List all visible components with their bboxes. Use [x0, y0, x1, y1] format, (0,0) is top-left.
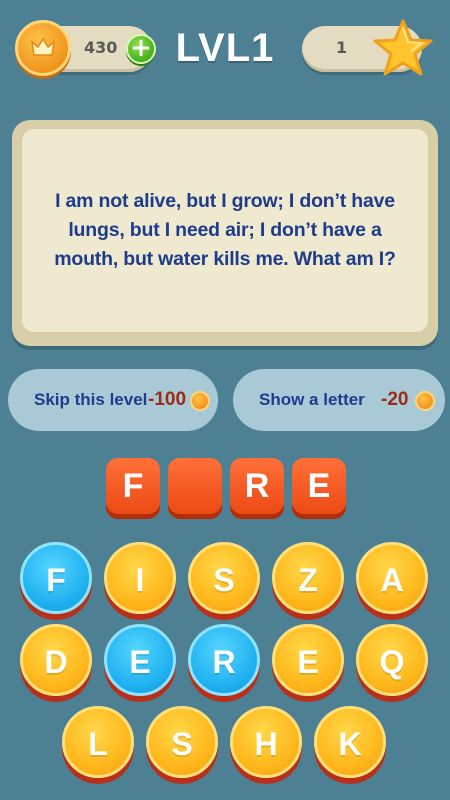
riddle-text: I am not alive, but I grow; I don’t have… [54, 190, 396, 270]
key-letter: K [338, 726, 362, 762]
level-title: LVL1 [175, 26, 275, 70]
skip-level-label: Skip this level [34, 390, 148, 409]
letter-key[interactable]: D [20, 624, 92, 696]
key-letter: L [88, 726, 108, 762]
letter-key[interactable]: R [188, 624, 260, 696]
letter-key[interactable]: Q [356, 624, 428, 696]
show-letter-label: Show a letter [259, 390, 365, 409]
coin-icon [190, 391, 210, 411]
letter-key[interactable]: Z [272, 542, 344, 614]
letter-key[interactable]: F [20, 542, 92, 614]
key-letter: F [46, 562, 66, 598]
riddle-card-inner: I am not alive, but I grow; I don’t have… [22, 129, 428, 332]
letter-key[interactable]: S [146, 706, 218, 778]
skip-level-button[interactable]: Skip this level -100 [8, 369, 218, 431]
letter-key[interactable]: A [356, 542, 428, 614]
key-letter: Z [298, 562, 318, 598]
key-letter: E [129, 644, 151, 680]
key-letter: E [297, 644, 319, 680]
letter-key[interactable]: E [104, 624, 176, 696]
letter-key[interactable]: I [104, 542, 176, 614]
letter-key[interactable]: S [188, 542, 260, 614]
letter-key[interactable]: K [314, 706, 386, 778]
key-letter: D [44, 644, 68, 680]
star-icon [372, 18, 434, 82]
answer-slot[interactable] [168, 458, 222, 514]
crown-coin-icon [15, 20, 71, 76]
letter-key[interactable]: H [230, 706, 302, 778]
letter-key[interactable]: E [272, 624, 344, 696]
key-letter: H [254, 726, 278, 762]
key-letter: R [212, 644, 236, 680]
star-count: 1 [336, 38, 348, 57]
answer-slot[interactable]: E [292, 458, 346, 514]
key-letter: S [213, 562, 235, 598]
add-coins-button[interactable]: + [126, 34, 156, 64]
key-letter: Q [379, 644, 405, 680]
skip-level-cost: -100 [148, 389, 187, 410]
riddle-card: I am not alive, but I grow; I don’t have… [12, 120, 438, 346]
answer-slot[interactable]: R [230, 458, 284, 514]
show-letter-button[interactable]: Show a letter -20 [233, 369, 445, 431]
coin-icon [415, 391, 435, 411]
key-letter: A [380, 562, 404, 598]
letter-key[interactable]: L [62, 706, 134, 778]
show-letter-cost: -20 [381, 389, 409, 410]
coin-amount: 430 [84, 38, 118, 57]
answer-slot[interactable]: F [106, 458, 160, 514]
key-letter: S [171, 726, 193, 762]
key-letter: I [135, 562, 145, 598]
